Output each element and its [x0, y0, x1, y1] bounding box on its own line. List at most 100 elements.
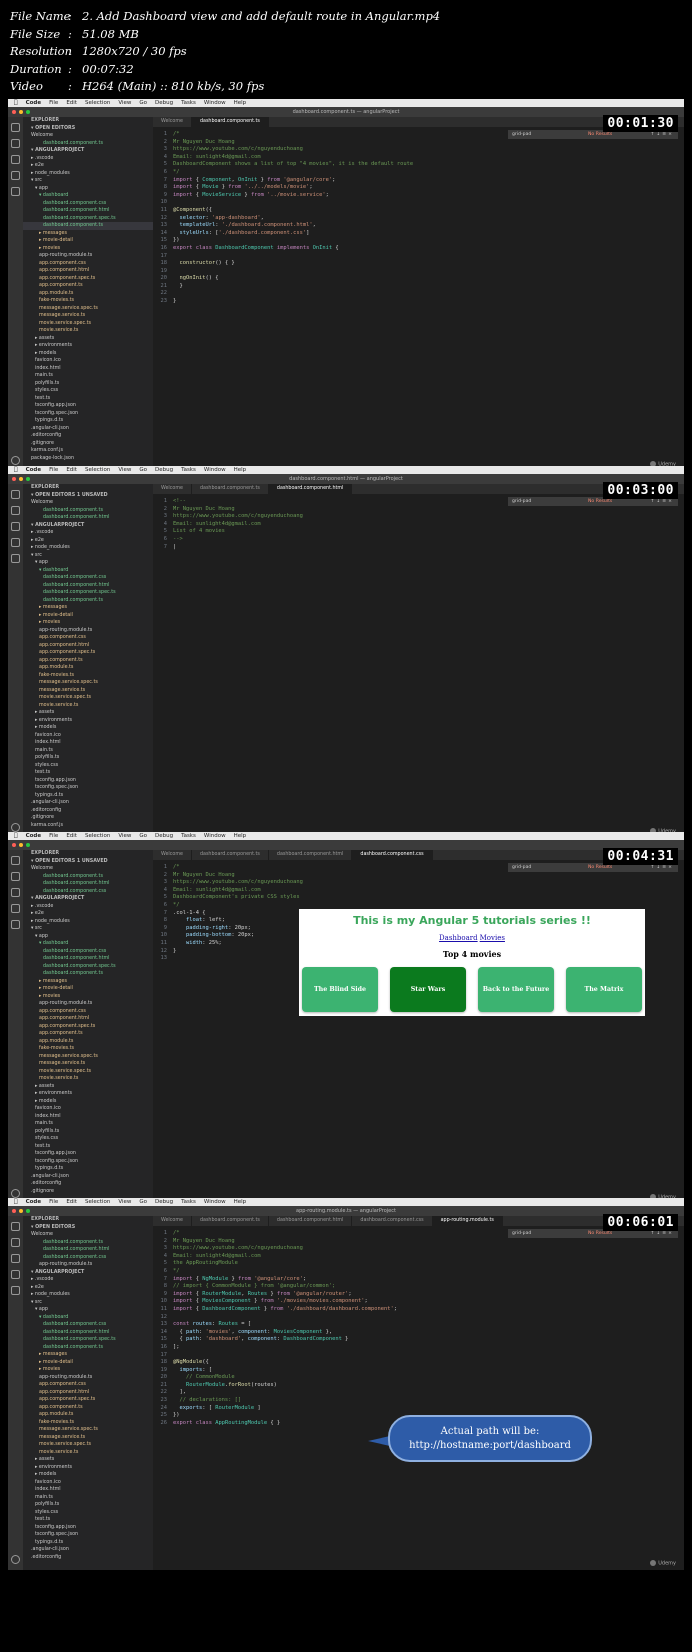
sidebar-item[interactable]: tsconfig.app.json [23, 777, 153, 785]
sidebar-item[interactable]: ▸ movies [23, 1366, 153, 1374]
sidebar-item[interactable]: Welcome [23, 1231, 153, 1239]
tab-dashboard-component-css[interactable]: dashboard.component.css [352, 1216, 433, 1226]
sidebar-item[interactable]: app-routing.module.ts [23, 1000, 153, 1008]
sidebar-item[interactable]: app-routing.module.ts [23, 627, 153, 635]
sidebar-item[interactable]: message.service.spec.ts [23, 1426, 153, 1434]
sidebar-item[interactable]: app-routing.module.ts [23, 1374, 153, 1382]
sidebar-item[interactable]: .angular-cli.json [23, 425, 153, 433]
sidebar-item[interactable]: app-routing.module.ts [23, 1261, 153, 1269]
sidebar-item[interactable]: ▸ movie-detail [23, 1359, 153, 1367]
movie-card[interactable]: The Matrix [566, 967, 642, 1012]
sidebar-item[interactable]: ▸ environments [23, 1090, 153, 1098]
sidebar-item[interactable]: ▸ messages [23, 230, 153, 238]
sidebar-item[interactable]: ▸ movies [23, 245, 153, 253]
gear-icon[interactable] [11, 1555, 20, 1564]
sidebar-item[interactable]: dashboard.component.spec.ts [23, 589, 153, 597]
sidebar-item[interactable]: app.component.ts [23, 1404, 153, 1412]
zoom-window-button[interactable] [26, 477, 30, 481]
menu-item-help[interactable]: Help [234, 1198, 247, 1206]
menu-item-file[interactable]: File [49, 1198, 58, 1206]
close-window-button[interactable] [12, 110, 16, 114]
menu-item-edit[interactable]: Edit [66, 1198, 77, 1206]
sidebar-item[interactable]: tsconfig.app.json [23, 1524, 153, 1532]
sidebar-item[interactable]: message.service.ts [23, 1434, 153, 1442]
sidebar-item[interactable]: ▸ movie-detail [23, 985, 153, 993]
menu-item-tasks[interactable]: Tasks [181, 1198, 196, 1206]
sidebar-item[interactable]: styles.css [23, 762, 153, 770]
menu-item-help[interactable]: Help [234, 466, 247, 474]
sidebar-item[interactable]: app.component.css [23, 1381, 153, 1389]
sidebar-item[interactable]: .angular-cli.json [23, 799, 153, 807]
close-window-button[interactable] [12, 1209, 16, 1213]
menu-item-view[interactable]: View [118, 832, 131, 840]
menu-item-edit[interactable]: Edit [66, 832, 77, 840]
sidebar-item[interactable]: app.component.css [23, 634, 153, 642]
sidebar-item[interactable]: index.html [23, 1486, 153, 1494]
debug-icon[interactable] [11, 1270, 20, 1279]
sidebar-item[interactable]: fake-movies.ts [23, 297, 153, 305]
sidebar-item[interactable]: ▸ movie-detail [23, 237, 153, 245]
menu-item-view[interactable]: View [118, 99, 131, 107]
sidebar-item[interactable]: movie.service.ts [23, 327, 153, 335]
sidebar-item[interactable]: Welcome [23, 865, 153, 873]
sidebar-item[interactable]: Welcome [23, 499, 153, 507]
tab-dashboard-component-ts[interactable]: dashboard.component.ts [192, 484, 269, 494]
debug-icon[interactable] [11, 904, 20, 913]
menu-item-view[interactable]: View [118, 1198, 131, 1206]
sidebar-item[interactable]: message.service.ts [23, 1060, 153, 1068]
sidebar-item[interactable]: ▸ messages [23, 1351, 153, 1359]
menu-item-file[interactable]: File [49, 832, 58, 840]
sidebar-item[interactable]: ▸ environments [23, 342, 153, 350]
code-editor[interactable]: Welcome dashboard.component.ts dashboard.c… [153, 850, 684, 1204]
sidebar-item[interactable]: karma.conf.js [23, 447, 153, 455]
menu-item-tasks[interactable]: Tasks [181, 99, 196, 107]
sidebar-item[interactable]: styles.css [23, 387, 153, 395]
sidebar-item[interactable]: app.component.spec.ts [23, 649, 153, 657]
sidebar-item[interactable]: app.component.css [23, 1008, 153, 1016]
sidebar-item[interactable]: index.html [23, 1113, 153, 1121]
menu-item-debug[interactable]: Debug [155, 99, 173, 107]
sidebar-item[interactable]: typings.d.ts [23, 1165, 153, 1173]
menu-item-selection[interactable]: Selection [85, 832, 110, 840]
sidebar-item[interactable]: ▸ e2e [23, 537, 153, 545]
sidebar-item[interactable]: movie.service.ts [23, 1075, 153, 1083]
sidebar-item[interactable]: app.component.spec.ts [23, 1396, 153, 1404]
menu-item-window[interactable]: Window [204, 832, 226, 840]
tab-dashboard-component-ts[interactable]: dashboard.component.ts [192, 850, 269, 860]
sidebar-item[interactable]: main.ts [23, 372, 153, 380]
sidebar-item[interactable]: .angular-cli.json [23, 1173, 153, 1181]
code-editor[interactable]: Welcome dashboard.component.ts dashboard.c… [153, 484, 684, 838]
files-icon[interactable] [11, 123, 20, 132]
sidebar-item[interactable]: ▸ node_modules [23, 544, 153, 552]
sidebar-item[interactable]: ▾ src [23, 177, 153, 185]
extensions-icon[interactable] [11, 187, 20, 196]
sidebar-item[interactable]: app.component.html [23, 1389, 153, 1397]
sidebar-item[interactable]: dashboard.component.spec.ts [23, 215, 153, 223]
sidebar-item[interactable]: dashboard.component.html [23, 955, 153, 963]
sidebar-item[interactable]: .editorconfig [23, 807, 153, 815]
files-icon[interactable] [11, 1222, 20, 1231]
sidebar-item[interactable]: dashboard.component.ts [23, 140, 153, 148]
gear-icon[interactable] [11, 456, 20, 465]
sidebar-item[interactable]: dashboard.component.spec.ts [23, 963, 153, 971]
sidebar-item[interactable]: ▾ src [23, 552, 153, 560]
source-control-icon[interactable] [11, 1254, 20, 1263]
sidebar-item[interactable]: app.component.spec.ts [23, 275, 153, 283]
sidebar-item[interactable]: ▸ e2e [23, 910, 153, 918]
sidebar-item[interactable]: movie.service.spec.ts [23, 694, 153, 702]
movie-card[interactable]: Star Wars [390, 967, 466, 1012]
sidebar-item[interactable]: test.ts [23, 1143, 153, 1151]
menu-item-view[interactable]: View [118, 466, 131, 474]
extensions-icon[interactable] [11, 554, 20, 563]
sidebar-item[interactable]: app.component.ts [23, 657, 153, 665]
minimize-window-button[interactable] [19, 1209, 23, 1213]
sidebar-item[interactable]: app.component.html [23, 267, 153, 275]
sidebar-item[interactable]: app-routing.module.ts [23, 252, 153, 260]
sidebar-item[interactable]: typings.d.ts [23, 1539, 153, 1547]
search-icon[interactable] [11, 139, 20, 148]
zoom-window-button[interactable] [26, 110, 30, 114]
sidebar-item[interactable]: karma.conf.js [23, 822, 153, 830]
sidebar-item[interactable]: ▾ src [23, 1299, 153, 1307]
sidebar-item[interactable]: movie.service.ts [23, 1449, 153, 1457]
sidebar-item[interactable]: dashboard.component.ts [23, 1344, 153, 1352]
